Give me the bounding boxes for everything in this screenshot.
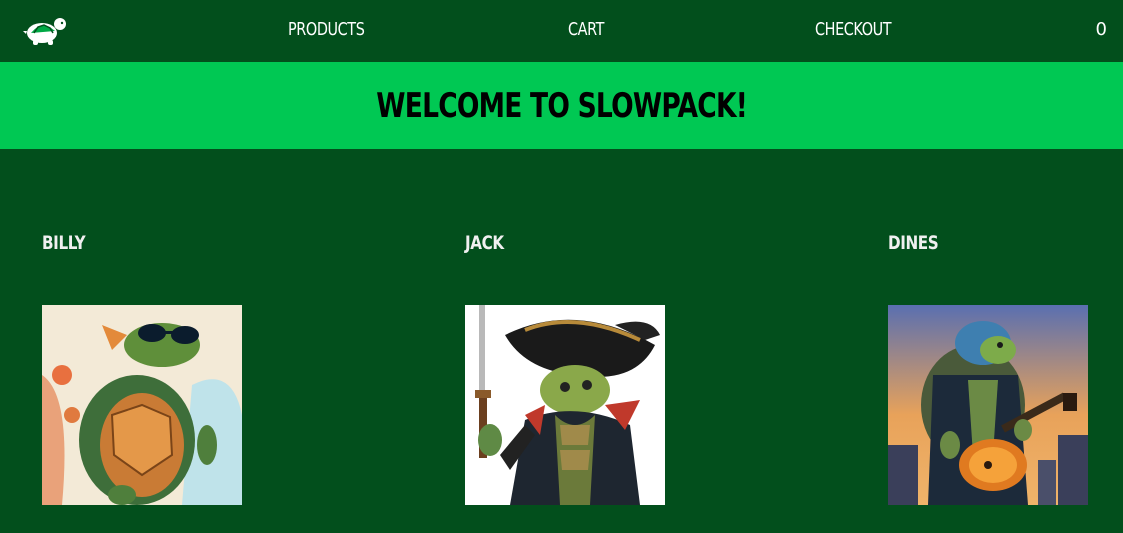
nav-link-checkout[interactable]: Checkout bbox=[815, 19, 892, 40]
cart-count-badge: 0 bbox=[1095, 19, 1107, 40]
nav-link-cart[interactable]: Cart bbox=[568, 19, 604, 40]
product-name: Billy bbox=[42, 232, 86, 254]
product-card: Jack bbox=[465, 232, 675, 505]
page-title: Welcome to Slowpack! bbox=[376, 85, 748, 126]
turtle-guitarist-image[interactable] bbox=[888, 305, 1088, 505]
product-name: Dines bbox=[888, 232, 939, 254]
turtle-sunglasses-image[interactable] bbox=[42, 305, 242, 505]
top-nav: Products Cart Checkout 0 bbox=[0, 0, 1123, 62]
turtle-pirate-image[interactable] bbox=[465, 305, 665, 505]
product-card: Billy bbox=[42, 232, 252, 505]
product-card: Dines bbox=[888, 232, 1098, 505]
welcome-banner: Welcome to Slowpack! bbox=[0, 62, 1123, 149]
nav-link-products[interactable]: Products bbox=[288, 19, 365, 40]
turtle-logo-icon[interactable] bbox=[22, 11, 68, 47]
product-name: Jack bbox=[465, 232, 504, 254]
